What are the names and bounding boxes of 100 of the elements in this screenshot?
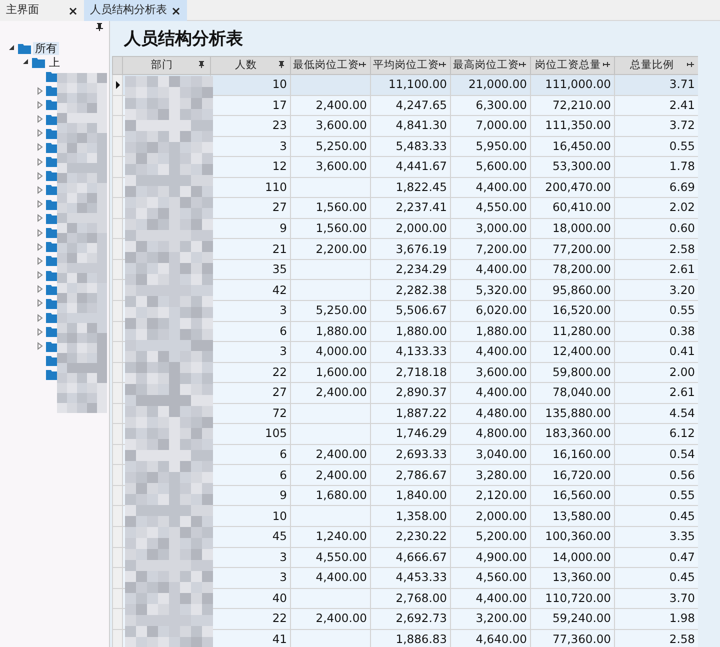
tree-label[interactable]: 上 <box>47 56 62 69</box>
table-cell: 3.20 <box>614 280 698 301</box>
expand-arrow-icon[interactable] <box>36 342 42 350</box>
expand-arrow-icon[interactable] <box>36 86 42 95</box>
expand-arrow-icon[interactable] <box>36 143 42 152</box>
table-cell: 183,360.00 <box>530 424 614 444</box>
expand-arrow-icon[interactable] <box>36 100 42 109</box>
expand-arrow-icon[interactable] <box>36 115 42 124</box>
table-cell: 0.55 <box>614 136 698 157</box>
table-cell: 11,280.00 <box>530 321 614 342</box>
table-cell: 17 <box>210 95 290 116</box>
collapse-arrow-icon[interactable] <box>22 58 28 66</box>
column-header[interactable]: 部门 <box>122 56 210 74</box>
table-cell: 1,887.22 <box>370 403 450 424</box>
current-row-icon <box>116 80 120 89</box>
table-cell: 4,400.00 <box>450 342 530 362</box>
table-cell: 16,450.00 <box>530 136 614 157</box>
expand-arrow-icon[interactable] <box>36 285 42 294</box>
table-cell: 4,000.00 <box>290 342 370 362</box>
expand-arrow-icon[interactable] <box>36 129 42 138</box>
table-cell: 100,360.00 <box>530 526 614 548</box>
table-cell: 3.35 <box>614 526 698 548</box>
table-cell: 16,720.00 <box>530 464 614 486</box>
table-cell: 16,160.00 <box>530 444 614 465</box>
table-cell: 11,100.00 <box>370 74 450 96</box>
table-cell: 4,550.00 <box>450 198 530 218</box>
table-cell: 7,000.00 <box>450 116 530 136</box>
table-cell: 1,560.00 <box>290 218 370 239</box>
table-cell: 21 <box>210 238 290 260</box>
table-cell: 6,300.00 <box>450 95 530 116</box>
table-cell: 22 <box>210 608 290 630</box>
table-cell: 2,400.00 <box>290 382 370 404</box>
pin-icon[interactable] <box>96 23 103 31</box>
expand-arrow-icon[interactable] <box>36 214 42 222</box>
tree-label[interactable]: 所有 <box>33 42 59 55</box>
table-cell: 45 <box>210 526 290 548</box>
column-header[interactable]: 总量比例 <box>614 56 698 74</box>
column-header[interactable]: 最低岗位工资 <box>290 56 370 74</box>
pin-icon <box>199 61 206 68</box>
table-cell: 14,000.00 <box>530 547 614 568</box>
table-cell: 4,841.30 <box>370 116 450 136</box>
tab[interactable]: 人员结构分析表 × <box>84 0 188 21</box>
table-cell: 4,400.00 <box>450 382 530 404</box>
column-header[interactable]: 人数 <box>210 56 290 74</box>
expand-arrow-icon[interactable] <box>36 256 42 265</box>
column-header[interactable]: 岗位工资总量 <box>530 56 614 74</box>
collapse-arrow-icon[interactable] <box>8 44 14 52</box>
table-cell: 0.38 <box>614 321 698 342</box>
table-cell: 6 <box>210 464 290 486</box>
table-cell: 2,400.00 <box>290 444 370 465</box>
expand-arrow-icon[interactable] <box>36 200 42 208</box>
table-cell: 59,240.00 <box>530 608 614 630</box>
expand-arrow-icon[interactable] <box>36 328 42 336</box>
table-cell: 7,200.00 <box>450 238 530 260</box>
table-cell: 59,800.00 <box>530 362 614 383</box>
table-cell: 5,950.00 <box>450 136 530 157</box>
table-cell: 5,200.00 <box>450 526 530 548</box>
table-cell: 5,320.00 <box>450 280 530 301</box>
pin-icon <box>359 61 366 68</box>
column-header[interactable]: 平均岗位工资 <box>370 56 450 74</box>
table-cell: 6 <box>210 321 290 342</box>
table-cell: 4,560.00 <box>450 568 530 588</box>
table-cell: 3 <box>210 136 290 157</box>
close-button[interactable]: × <box>68 2 78 20</box>
table-cell: 4,550.00 <box>290 547 370 568</box>
table-cell: 200,470.00 <box>530 177 614 198</box>
pin-icon <box>687 61 694 68</box>
expand-arrow-icon[interactable] <box>36 314 42 322</box>
expand-arrow-icon[interactable] <box>36 158 42 166</box>
expand-arrow-icon[interactable] <box>36 172 42 180</box>
expand-arrow-icon[interactable] <box>36 186 42 194</box>
table-cell: 2,692.73 <box>370 608 450 630</box>
table-cell: 3 <box>210 300 290 322</box>
table-cell: 4,453.33 <box>370 568 450 588</box>
expand-arrow-icon[interactable] <box>36 299 42 308</box>
expand-arrow-icon[interactable] <box>36 228 42 237</box>
column-header[interactable]: 最高岗位工资 <box>450 56 530 74</box>
table-cell: 1,880.00 <box>370 321 450 342</box>
table-cell: 0.47 <box>614 547 698 568</box>
table-cell: 40 <box>210 588 290 609</box>
table-cell: 0.54 <box>614 444 698 465</box>
table-cell: 53,300.00 <box>530 156 614 178</box>
table-cell: 3,676.19 <box>370 238 450 260</box>
table-cell: 3 <box>210 342 290 362</box>
table-cell: 2.58 <box>614 629 698 647</box>
table-cell: 1,886.83 <box>370 629 450 647</box>
close-button[interactable]: × <box>171 2 182 20</box>
table-cell: 111,350.00 <box>530 116 614 136</box>
expand-arrow-icon[interactable] <box>36 271 42 280</box>
table-cell: 3.72 <box>614 116 698 136</box>
table-cell: 4.54 <box>614 403 698 424</box>
table-cell: 72 <box>210 403 290 424</box>
expand-arrow-icon[interactable] <box>36 242 42 251</box>
table-cell: 18,000.00 <box>530 218 614 239</box>
table-cell: 110,720.00 <box>530 588 614 609</box>
table-cell: 1,880.00 <box>290 321 370 342</box>
table-cell: 2.41 <box>614 95 698 116</box>
table-cell: 2,890.37 <box>370 382 450 404</box>
table-cell: 3,040.00 <box>450 444 530 465</box>
table-cell: 2,718.18 <box>370 362 450 383</box>
